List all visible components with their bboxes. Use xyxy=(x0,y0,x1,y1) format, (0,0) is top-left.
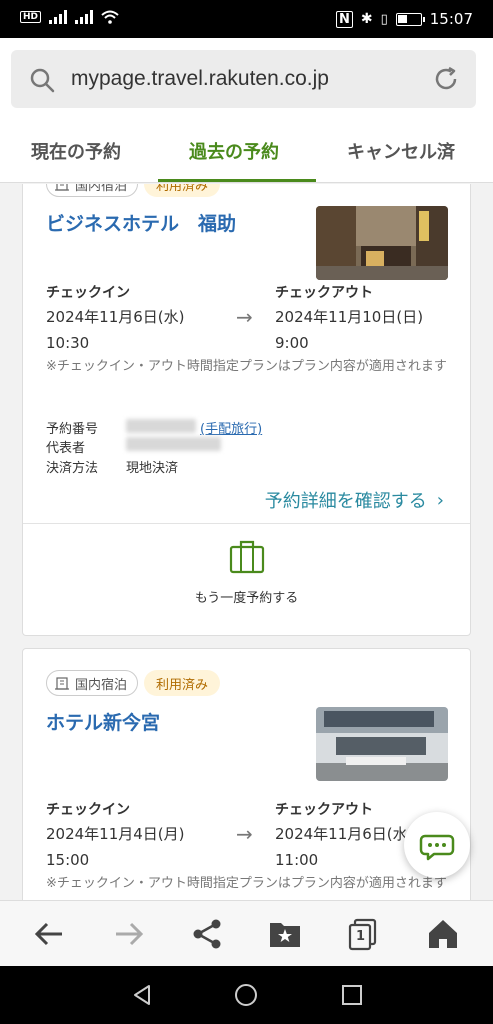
search-icon xyxy=(30,68,55,93)
status-bar: HD N ✱ ▯ 15:07 xyxy=(0,0,493,38)
wifi-icon xyxy=(101,10,119,24)
reservation-card: 国内宿泊 利用済み ビジネスホテル 福助 チェックイン 2024年11月6日(水… xyxy=(22,184,471,636)
nav-recents-icon[interactable] xyxy=(340,983,364,1007)
representative-label: 代表者 xyxy=(46,441,86,456)
checkout-time: 9:00 xyxy=(275,334,309,352)
checkin-time: 15:00 xyxy=(46,851,90,869)
checkout-date: 2024年11月10日(日) xyxy=(275,308,424,326)
signal-icon-2 xyxy=(75,10,94,24)
reservation-number-label: 予約番号 xyxy=(46,422,99,437)
payment-value: 現地決済 xyxy=(126,461,179,476)
vibrate-icon: ▯ xyxy=(380,11,388,27)
arrangement-link[interactable]: (手配旅行) xyxy=(200,418,262,437)
nav-home-icon[interactable] xyxy=(234,983,258,1007)
building-icon xyxy=(55,677,69,690)
forward-icon[interactable] xyxy=(112,917,146,951)
signal-icon xyxy=(49,10,68,24)
hotel-photo xyxy=(316,707,448,781)
checkout-date: 2024年11月6日(水) xyxy=(275,825,414,843)
browser-address-area: mypage.travel.rakuten.co.jp xyxy=(0,38,493,123)
active-tab-indicator xyxy=(158,179,316,182)
chat-button[interactable] xyxy=(404,812,470,878)
card-divider xyxy=(23,523,470,524)
building-icon xyxy=(55,184,69,191)
rebook-label[interactable]: もう一度予約する xyxy=(23,587,470,606)
rebook-button[interactable]: もう一度予約する xyxy=(23,539,470,606)
browser-toolbar: 1 xyxy=(0,900,493,966)
time-note: ※チェックイン・アウト時間指定プランはプラン内容が適用されます xyxy=(46,359,447,374)
system-nav-bar xyxy=(0,966,493,1024)
payment-label: 決済方法 xyxy=(46,461,99,476)
hotel-photo xyxy=(316,206,448,280)
checkin-label: チェックイン xyxy=(46,802,130,818)
used-badge: 利用済み xyxy=(144,670,221,696)
checkin-date: 2024年11月6日(水) xyxy=(46,308,185,326)
arrow-right-icon: → xyxy=(236,822,253,846)
home-icon[interactable] xyxy=(426,917,460,951)
nav-back-icon[interactable] xyxy=(130,983,154,1007)
reservation-detail-link[interactable]: 予約詳細を確認する › xyxy=(265,487,444,513)
hotel-name[interactable]: ホテル新今宮 xyxy=(46,708,160,735)
status-time: 15:07 xyxy=(429,10,473,28)
tab-cancelled[interactable]: キャンセル済 xyxy=(347,138,455,164)
redacted-reservation-number xyxy=(126,419,196,433)
hd-indicator: HD xyxy=(20,11,42,23)
tabs-button[interactable]: 1 xyxy=(346,917,380,951)
bookmark-folder-icon[interactable] xyxy=(268,917,302,951)
redacted-representative xyxy=(126,437,221,451)
reload-icon[interactable] xyxy=(432,65,460,93)
reservation-tabs: 現在の予約 過去の予約 キャンセル済 xyxy=(0,123,493,183)
used-badge: 利用済み xyxy=(144,184,221,197)
share-icon[interactable] xyxy=(190,917,224,951)
address-bar[interactable]: mypage.travel.rakuten.co.jp xyxy=(11,50,476,108)
checkout-time: 11:00 xyxy=(275,851,319,869)
reservation-list[interactable]: 国内宿泊 利用済み ビジネスホテル 福助 チェックイン 2024年11月6日(水… xyxy=(0,184,493,900)
checkout-label: チェックアウト xyxy=(275,802,373,818)
time-note: ※チェックイン・アウト時間指定プランはプラン内容が適用されます xyxy=(46,876,447,891)
nfc-icon: N xyxy=(335,10,353,28)
area-badge: 国内宿泊 xyxy=(46,184,139,197)
battery-icon xyxy=(395,12,425,26)
checkin-date: 2024年11月4日(月) xyxy=(46,825,185,843)
tabs-count: 1 xyxy=(356,929,366,944)
url-text[interactable]: mypage.travel.rakuten.co.jp xyxy=(71,67,329,91)
back-icon[interactable] xyxy=(32,917,66,951)
bluetooth-icon: ✱ xyxy=(360,11,373,27)
chevron-right-icon: › xyxy=(436,489,444,511)
tab-past[interactable]: 過去の予約 xyxy=(189,138,279,164)
chat-icon xyxy=(419,834,455,861)
hotel-name[interactable]: ビジネスホテル 福助 xyxy=(46,209,236,236)
arrow-right-icon: → xyxy=(236,305,253,329)
checkin-time: 10:30 xyxy=(46,334,90,352)
suitcase-icon xyxy=(229,540,264,574)
checkout-label: チェックアウト xyxy=(275,285,373,301)
checkin-label: チェックイン xyxy=(46,285,130,301)
tab-current[interactable]: 現在の予約 xyxy=(31,138,121,164)
area-badge: 国内宿泊 xyxy=(46,670,139,696)
